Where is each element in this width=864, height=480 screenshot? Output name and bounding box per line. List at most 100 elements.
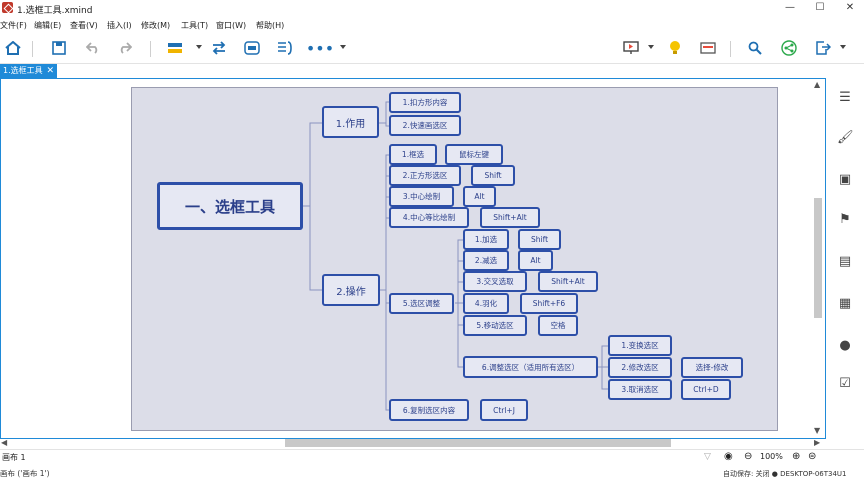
subtopic[interactable]: 2.修改选区 (608, 357, 672, 378)
note-topic[interactable]: 选择-修改 (681, 357, 743, 378)
minimize-button[interactable]: — (780, 1, 800, 15)
note-topic[interactable]: Shift (518, 229, 561, 250)
undo-icon[interactable] (82, 38, 104, 58)
subtopic[interactable]: 1.扣方形内容 (389, 92, 461, 113)
search-icon[interactable] (744, 38, 766, 58)
vertical-scrollbar[interactable]: ▲ ▼ (812, 80, 824, 436)
comment-icon[interactable]: ● (837, 338, 853, 354)
subtopic[interactable]: 3.交叉选取 (463, 271, 527, 292)
toolbar-separator (150, 41, 151, 57)
more-icon[interactable]: ••• (306, 38, 334, 58)
task-icon[interactable]: ☑ (837, 376, 853, 392)
status-bar: 画布 ('画布 1') 自动保存: 关闭 ● DESKTOP-06T34U1 (0, 466, 864, 480)
topic-icon[interactable] (164, 38, 186, 58)
menu-help[interactable]: 帮助(H) (256, 20, 284, 31)
sheet-tab[interactable]: 画布 1 (2, 452, 26, 463)
menu-bar: 文件(F) 编辑(E) 查看(V) 插入(I) 修改(M) 工具(T) 窗口(W… (0, 18, 864, 32)
menu-insert[interactable]: 插入(I) (107, 20, 132, 31)
subtopic[interactable]: 2.减选 (463, 250, 509, 271)
subtopic[interactable]: 3.中心绘制 (389, 186, 454, 207)
note-topic[interactable]: Alt (518, 250, 553, 271)
format-brush-icon[interactable]: 🖌 (837, 130, 854, 146)
font-icon[interactable]: ▤ (837, 254, 853, 270)
title-bar: 1.选框工具.xmind — ☐ ✕ (0, 0, 864, 18)
menu-modify[interactable]: 修改(M) (141, 20, 170, 31)
note-topic[interactable]: Shift+Alt (480, 207, 540, 228)
document-tab-bar: 1.选框工具 ✕ (0, 64, 864, 78)
scroll-right-icon[interactable]: ▶ (814, 438, 820, 447)
note-topic[interactable]: Alt (463, 186, 496, 207)
window-title: 1.选框工具.xmind (17, 6, 93, 16)
right-side-panel: ☰ 🖌 ▣ ⚑ ▤ ▦ ● ☑ (826, 78, 864, 450)
idea-icon[interactable] (664, 38, 686, 58)
subtopic[interactable]: 3.取消选区 (608, 379, 672, 400)
status-sheet-info: 画布 ('画布 1') (0, 469, 50, 478)
scrollbar-thumb[interactable] (814, 198, 822, 318)
subtopic[interactable]: 5.选区调整 (389, 293, 454, 314)
subtopic[interactable]: 1.变换选区 (608, 335, 672, 356)
eye-icon[interactable]: ◉ (724, 451, 733, 462)
subtopic[interactable]: 1.框选 (389, 144, 437, 165)
note-topic[interactable]: 鼠标左键 (445, 144, 503, 165)
subtopic[interactable]: 5.移动选区 (463, 315, 527, 336)
layout-icon[interactable] (697, 38, 719, 58)
zoom-out-icon[interactable]: ⊖ (744, 451, 752, 462)
close-button[interactable]: ✕ (840, 1, 860, 15)
close-icon[interactable]: ✕ (46, 64, 54, 78)
notes-icon[interactable]: ▦ (837, 296, 853, 312)
marker-flag-icon[interactable]: ⚑ (837, 212, 853, 228)
subtopic[interactable]: 4.中心等比绘制 (389, 207, 469, 228)
scroll-down-icon[interactable]: ▼ (814, 426, 820, 435)
share-icon[interactable] (778, 38, 800, 58)
horizontal-scrollbar[interactable]: ◀ ▶ (0, 437, 826, 449)
maximize-button[interactable]: ☐ (810, 1, 830, 15)
menu-tools[interactable]: 工具(T) (181, 20, 208, 31)
boundary-icon[interactable] (241, 38, 263, 58)
image-icon[interactable]: ▣ (837, 172, 853, 188)
note-topic[interactable]: Shift+F6 (520, 293, 578, 314)
relationship-icon[interactable] (208, 38, 230, 58)
root-topic[interactable]: 一、选框工具 (157, 182, 303, 230)
scrollbar-thumb[interactable] (285, 439, 671, 447)
note-topic[interactable]: Shift (471, 165, 515, 186)
chevron-down-icon[interactable] (196, 45, 202, 49)
tab-label: 1.选框工具 (3, 66, 43, 75)
filter-icon[interactable]: ▽ (704, 452, 711, 462)
branch-topic-purpose[interactable]: 1.作用 (322, 106, 379, 138)
toolbar: ••• (0, 32, 864, 64)
subtopic[interactable]: 1.加选 (463, 229, 509, 250)
xmind-logo-icon (2, 2, 13, 13)
redo-icon[interactable] (114, 38, 136, 58)
toolbar-separator (32, 41, 33, 57)
branch-topic-operation[interactable]: 2.操作 (322, 274, 380, 306)
outline-icon[interactable]: ☰ (837, 90, 853, 106)
scroll-up-icon[interactable]: ▲ (814, 80, 820, 89)
chevron-down-icon[interactable] (340, 45, 346, 49)
save-icon[interactable] (48, 38, 70, 58)
fit-icon[interactable]: ⊜ (808, 451, 816, 462)
note-topic[interactable]: 空格 (538, 315, 578, 336)
chevron-down-icon[interactable] (648, 45, 654, 49)
note-topic[interactable]: Shift+Alt (538, 271, 598, 292)
scroll-left-icon[interactable]: ◀ (1, 438, 7, 447)
subtopic[interactable]: 2.正方形选区 (389, 165, 461, 186)
menu-window[interactable]: 窗口(W) (216, 20, 246, 31)
chevron-down-icon[interactable] (840, 45, 846, 49)
toolbar-separator (730, 41, 731, 57)
presentation-icon[interactable] (620, 38, 642, 58)
subtopic[interactable]: 6.调整选区（适用所有选区） (463, 356, 598, 378)
menu-edit[interactable]: 编辑(E) (34, 20, 61, 31)
subtopic[interactable]: 2.快速画选区 (389, 115, 461, 136)
zoom-level: 100% (760, 452, 783, 461)
subtopic[interactable]: 6.复制选区内容 (389, 399, 469, 421)
note-topic[interactable]: Ctrl+J (480, 399, 528, 421)
export-icon[interactable] (812, 38, 834, 58)
home-icon[interactable] (2, 38, 24, 58)
tab-document[interactable]: 1.选框工具 ✕ (0, 64, 57, 78)
summary-icon[interactable] (274, 38, 296, 58)
menu-view[interactable]: 查看(V) (70, 20, 98, 31)
zoom-in-icon[interactable]: ⊕ (792, 451, 800, 462)
menu-file[interactable]: 文件(F) (0, 20, 27, 31)
subtopic[interactable]: 4.羽化 (463, 293, 509, 314)
note-topic[interactable]: Ctrl+D (681, 379, 731, 400)
